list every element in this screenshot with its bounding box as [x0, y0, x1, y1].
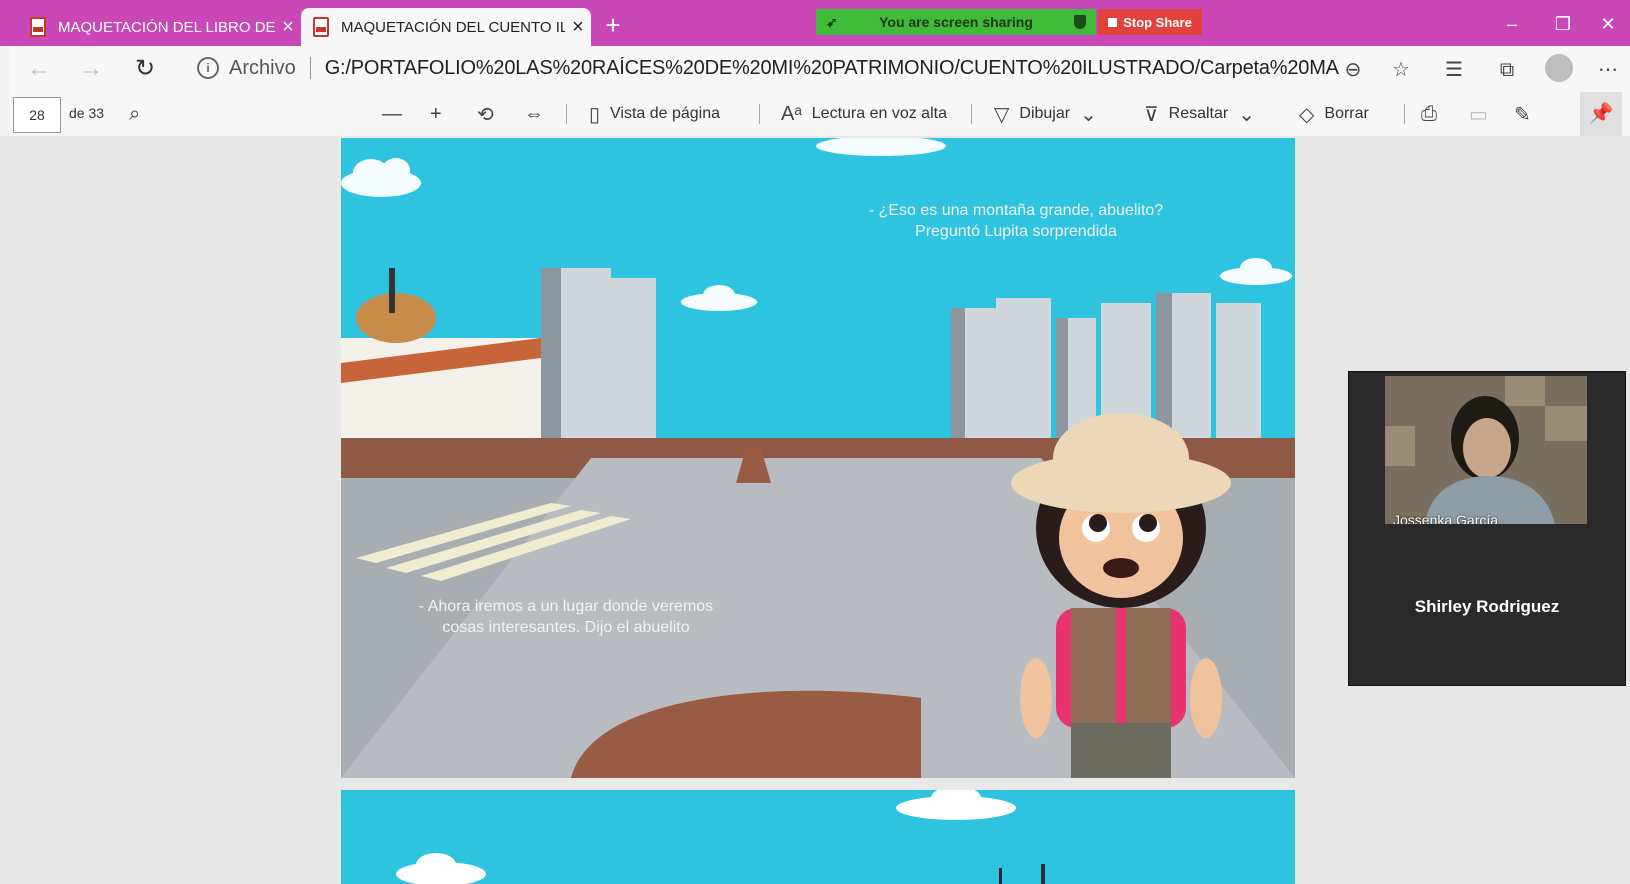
toolbar-divider [759, 104, 760, 124]
fit-width-icon[interactable]: ⇔ [524, 98, 544, 130]
zoom-out-icon[interactable]: ⊖ [1339, 56, 1367, 84]
chevron-down-icon[interactable]: ⌄ [1080, 102, 1097, 127]
pin-toolbar-icon[interactable]: 📌 [1580, 92, 1622, 136]
toolbar-divider [566, 104, 567, 124]
save-icon[interactable]: ▭ [1469, 98, 1488, 130]
url-text[interactable]: G:/PORTAFOLIO%20LAS%20RAÍCES%20DE%20MI%2… [325, 57, 1339, 80]
url-field[interactable]: i Archivo G:/PORTAFOLIO%20LAS%20RAÍCES%2… [179, 51, 1339, 85]
participant-video-thumbnail[interactable]: Jossenka García [1385, 376, 1587, 524]
forward-icon[interactable]: → [75, 54, 107, 84]
stop-square-icon [1108, 17, 1118, 27]
read-aloud-button[interactable]: Aᵃ Lectura en voz alta [781, 98, 947, 130]
erase-label: Borrar [1324, 105, 1369, 122]
chevron-down-icon[interactable]: ⌄ [1238, 102, 1255, 127]
collections-icon[interactable]: ⧉ [1493, 56, 1521, 84]
page-number-input[interactable]: 28 [13, 97, 61, 133]
tab-maquetacion-cuento[interactable]: MAQUETACIÓN DEL CUENTO ILU × [301, 8, 591, 46]
toolbar-divider [971, 104, 972, 124]
search-icon[interactable]: ⌕ [129, 98, 140, 130]
video-call-panel: Jossenka García Shirley Rodriguez [1348, 371, 1626, 686]
highlight-button[interactable]: ⊽ Resaltar ⌄ [1144, 98, 1255, 130]
next-page-illustration [396, 790, 1045, 884]
add-favorite-icon[interactable]: ☆ [1387, 56, 1415, 84]
rotate-icon[interactable]: ⟲ [477, 98, 494, 130]
read-aloud-icon: Aᵃ [781, 102, 802, 125]
tab-label: MAQUETACIÓN DEL CUENTO ILU [341, 18, 565, 36]
highlight-icon: ⊽ [1144, 103, 1159, 126]
shield-icon [1074, 15, 1086, 29]
save-as-icon[interactable]: ✎ [1514, 98, 1531, 130]
draw-button[interactable]: ▽ Dibujar ⌄ [994, 98, 1097, 130]
tab-label: MAQUETACIÓN DEL LIBRO DE A [58, 18, 275, 36]
question-text: - ¿Eso es una montaña grande, abuelito? … [868, 202, 1164, 240]
pdf-page-next [341, 790, 1295, 884]
read-aloud-label: Lectura en voz alta [811, 105, 947, 122]
info-icon[interactable]: i [197, 57, 219, 79]
stop-share-button[interactable]: Stop Share [1098, 9, 1202, 35]
grandpa-text: - Ahora iremos a un lugar donde veremos … [418, 598, 714, 636]
tab-maquetacion-libro[interactable]: MAQUETACIÓN DEL LIBRO DE A × [18, 8, 301, 46]
page-total-label: de 33 [69, 105, 105, 121]
back-icon[interactable]: ← [23, 54, 55, 84]
screen-sharing-indicator: ➶ You are screen sharing [816, 9, 1096, 35]
url-separator [309, 57, 311, 79]
page-view-button[interactable]: ▯ Vista de página [589, 98, 720, 130]
main-participant-name: Shirley Rodriguez [1414, 597, 1560, 616]
draw-label: Dibujar [1019, 105, 1071, 122]
eraser-icon: ◇ [1299, 103, 1315, 126]
title-bar: MAQUETACIÓN DEL LIBRO DE A × MAQUETACIÓN… [0, 0, 1630, 46]
page-view-label: Vista de página [610, 105, 721, 122]
refresh-icon[interactable]: ↻ [129, 54, 161, 84]
erase-button[interactable]: ◇ Borrar [1299, 98, 1369, 130]
address-bar: ← → ↻ i Archivo G:/PORTAFOLIO%20LAS%20RA… [9, 46, 1630, 93]
screen-sharing-text: You are screen sharing [879, 14, 1033, 30]
close-window-icon[interactable]: ✕ [1586, 10, 1630, 38]
pdf-page-illustration: - ¿Eso es una montaña grande, abuelito? … [341, 138, 1295, 778]
pdf-file-icon [30, 17, 46, 37]
print-icon[interactable]: ⎙ [1421, 98, 1437, 130]
profile-avatar[interactable] [1545, 54, 1573, 82]
stop-share-label: Stop Share [1123, 14, 1192, 30]
participant-name-label: Jossenka García [1393, 512, 1499, 524]
page-view-icon: ▯ [589, 103, 601, 126]
leaf-icon: ➶ [826, 13, 838, 30]
zoom-out-button[interactable]: — [382, 98, 402, 130]
draw-icon: ▽ [994, 103, 1010, 126]
plus-icon[interactable]: + [598, 10, 628, 40]
archivo-label: Archivo [229, 56, 296, 79]
more-options-icon[interactable]: ⋯ [1594, 56, 1622, 84]
pdf-file-icon [313, 17, 329, 37]
favorites-icon[interactable]: ☰ [1440, 56, 1468, 84]
participant-avatar [1385, 376, 1587, 524]
minimize-icon[interactable]: – [1490, 10, 1534, 38]
toolbar-divider [1404, 104, 1405, 124]
close-tab-icon[interactable]: × [565, 16, 591, 39]
restore-icon[interactable]: ❐ [1541, 10, 1585, 38]
close-tab-icon[interactable]: × [275, 16, 301, 39]
pdf-toolbar: 28 de 33 ⌕ — + ⟲ ⇔ ▯ Vista de página Aᵃ … [9, 92, 1630, 137]
highlight-label: Resaltar [1168, 105, 1229, 122]
zoom-in-button[interactable]: + [430, 98, 442, 130]
